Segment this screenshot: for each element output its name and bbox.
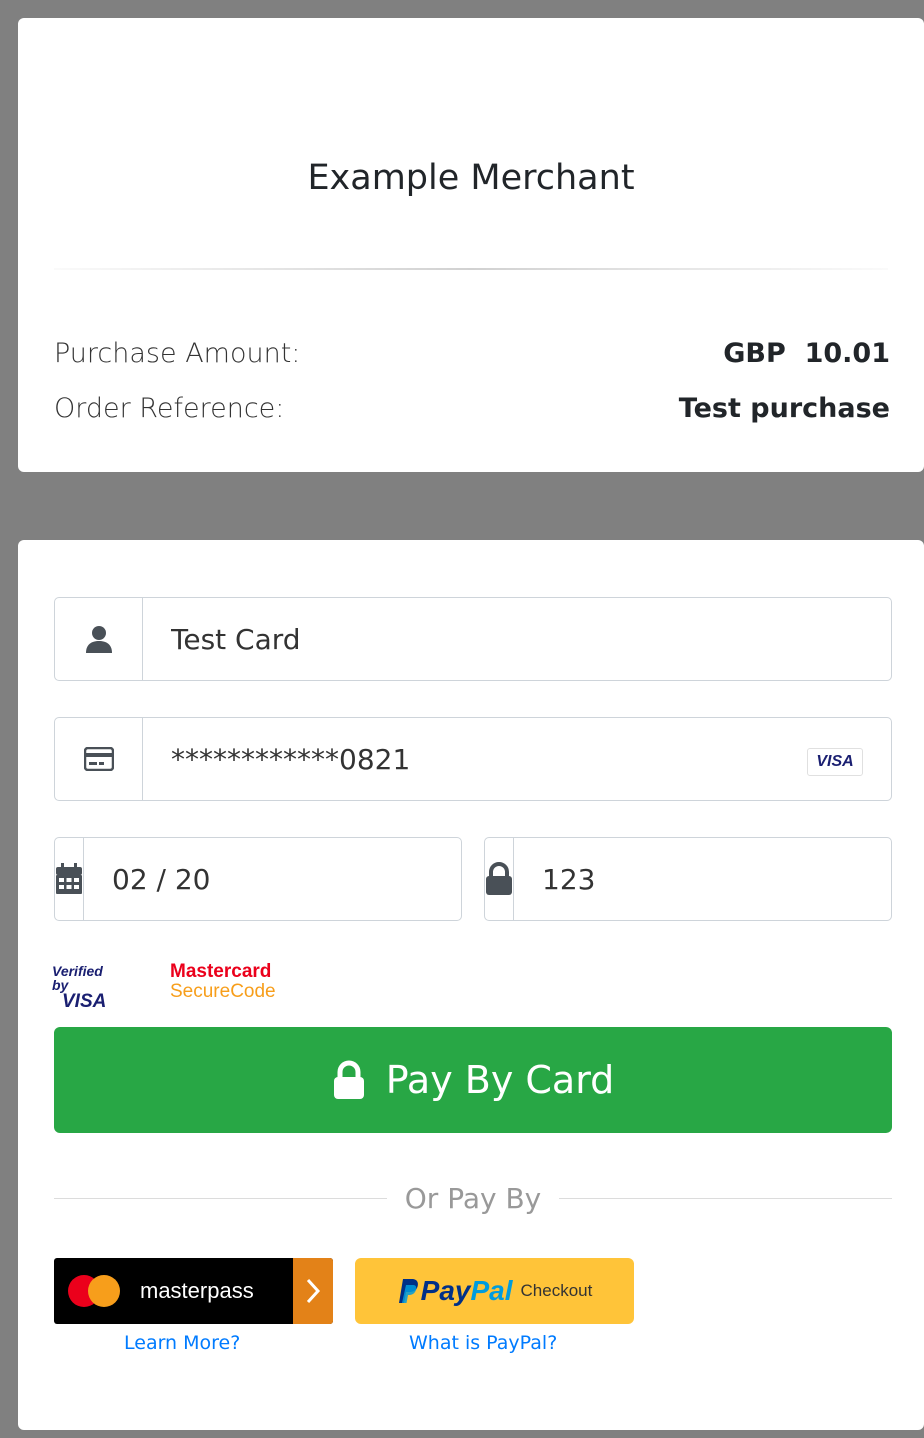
merchant-name: Example Merchant — [307, 158, 635, 198]
verified-visa-text: VISA — [62, 991, 107, 1012]
payment-form-panel: VISA Verified by VISA Mastercard SecureC… — [18, 540, 924, 1430]
cardholder-name-input[interactable] — [143, 598, 891, 680]
order-reference-label: Order Reference: — [54, 393, 285, 424]
mastercard-text: Mastercard — [170, 961, 272, 982]
chevron-right-icon — [293, 1258, 333, 1324]
calendar-icon — [55, 838, 84, 920]
pay-by-card-button[interactable]: Pay By Card — [54, 1027, 892, 1133]
paypal-pay-text: Pay — [420, 1275, 471, 1306]
pay-by-card-label: Pay By Card — [385, 1058, 615, 1102]
purchase-amount-value: GBP 10.01 — [723, 338, 890, 369]
cvv-input[interactable] — [514, 838, 891, 920]
cvv-field — [484, 837, 892, 921]
verified-by-visa-logo: Verified by VISA — [52, 964, 118, 1011]
masterpass-button[interactable]: masterpass — [54, 1258, 333, 1324]
paypal-pal-text: Pal — [470, 1275, 513, 1306]
masterpass-learn-more-link[interactable]: Learn More? — [124, 1332, 240, 1354]
expiry-date-input[interactable] — [84, 838, 461, 920]
paypal-checkout-text: Checkout — [520, 1281, 593, 1300]
paypal-checkout-button[interactable]: Pay Pal Checkout — [355, 1258, 634, 1324]
order-reference-value: Test purchase — [678, 393, 890, 424]
merchant-summary-panel: Example Merchant Purchase Amount: GBP 10… — [18, 18, 924, 472]
summary-divider — [54, 268, 888, 270]
card-number-field: VISA — [54, 717, 892, 801]
lock-icon — [332, 1060, 366, 1100]
verified-by-text: Verified by — [52, 963, 103, 993]
user-icon — [55, 598, 143, 680]
order-reference-row: Order Reference: Test purchase — [54, 393, 890, 424]
mastercard-securecode-logo: Mastercard SecureCode — [170, 962, 276, 1002]
visa-card-brand-icon: VISA — [807, 748, 863, 776]
divider-line-left — [54, 1197, 387, 1199]
purchase-amount-row: Purchase Amount: GBP 10.01 — [54, 338, 890, 369]
masterpass-label: masterpass — [140, 1278, 254, 1303]
expiry-date-field — [54, 837, 462, 921]
paypal-p-icon — [398, 1279, 418, 1303]
purchase-amount-label: Purchase Amount: — [54, 338, 301, 369]
securecode-text: SecureCode — [170, 980, 276, 1002]
paypal-logo: Pay Pal — [397, 1275, 513, 1307]
or-pay-by-divider: Or Pay By — [54, 1178, 892, 1218]
credit-card-icon — [55, 718, 143, 800]
or-pay-by-label: Or Pay By — [404, 1181, 542, 1215]
divider-line-right — [559, 1197, 892, 1199]
mastercard-circles-icon — [68, 1271, 130, 1311]
lock-icon — [485, 838, 514, 920]
cardholder-name-field — [54, 597, 892, 681]
what-is-paypal-link[interactable]: What is PayPal? — [409, 1332, 557, 1354]
card-number-input[interactable] — [143, 718, 891, 800]
